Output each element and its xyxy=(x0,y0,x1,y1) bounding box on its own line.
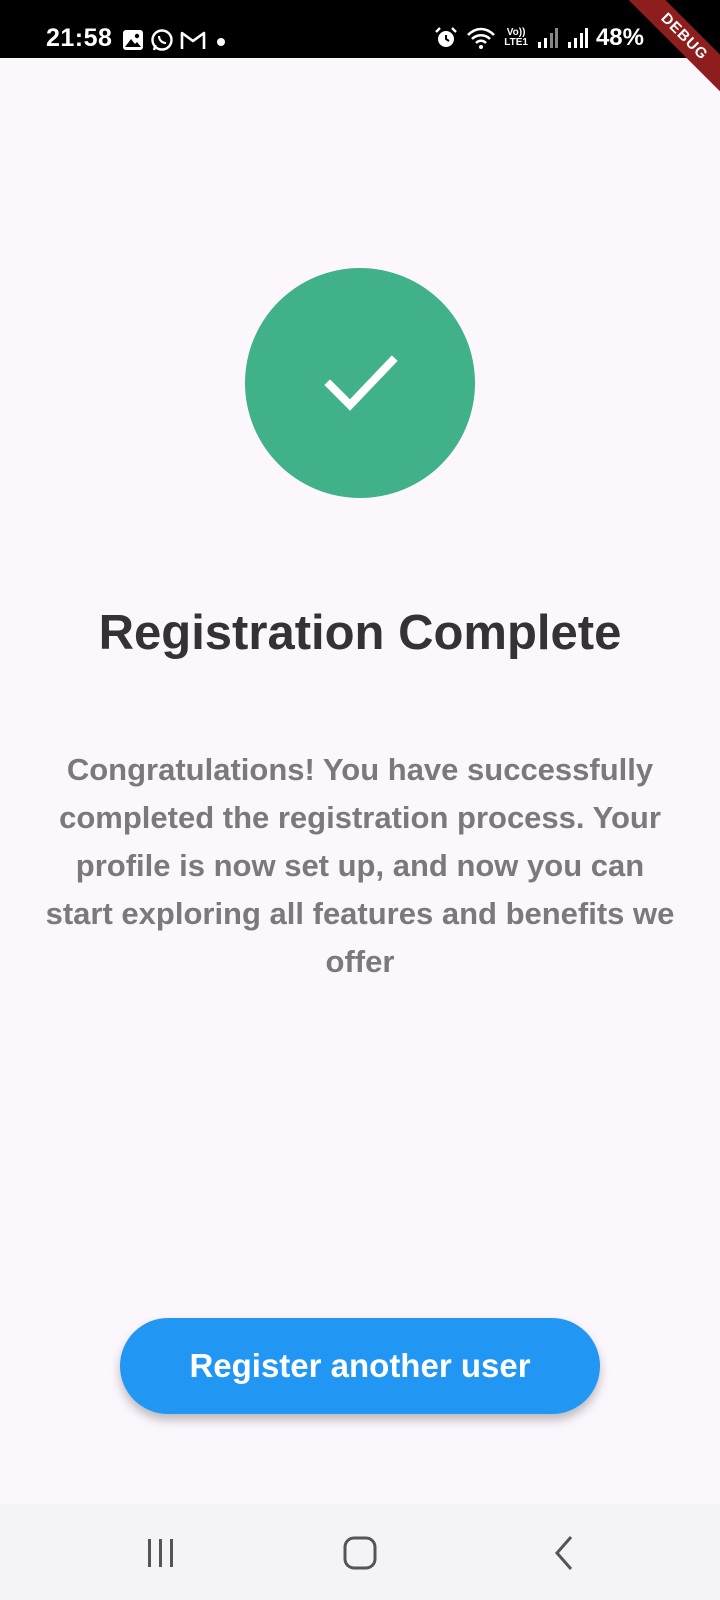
status-time: 21:58 xyxy=(46,24,113,52)
gallery-icon xyxy=(123,30,143,50)
battery-percent: 48% xyxy=(595,24,644,51)
home-icon xyxy=(343,1536,377,1570)
gmail-icon xyxy=(180,31,206,49)
navigation-bar xyxy=(0,1504,720,1600)
signal-icon xyxy=(567,28,588,48)
volte-bottom-label: LTE1 xyxy=(504,37,528,48)
whatsapp-icon xyxy=(151,29,173,51)
alarm-icon xyxy=(435,27,458,47)
success-badge xyxy=(245,268,475,498)
back-icon xyxy=(555,1536,573,1570)
success-message: Congratulations! You have successfully c… xyxy=(45,752,675,979)
signal-icon xyxy=(537,28,558,48)
page-title: Registration Complete xyxy=(98,606,622,660)
recents-icon xyxy=(148,1539,173,1567)
notification-icons xyxy=(122,28,230,52)
home-button[interactable] xyxy=(330,1528,390,1578)
recents-button[interactable] xyxy=(131,1528,191,1578)
dot-icon xyxy=(217,38,225,46)
wifi-icon xyxy=(467,27,496,49)
check-icon xyxy=(324,355,398,411)
system-icons: Vo)) LTE1 48% xyxy=(434,24,644,52)
volte-icon: Vo)) LTE1 xyxy=(504,28,528,48)
register-another-user-button[interactable]: Register another user xyxy=(120,1318,600,1414)
back-button[interactable] xyxy=(534,1528,594,1578)
status-bar: 21:58 Vo)) LTE1 48% xyxy=(0,0,720,58)
